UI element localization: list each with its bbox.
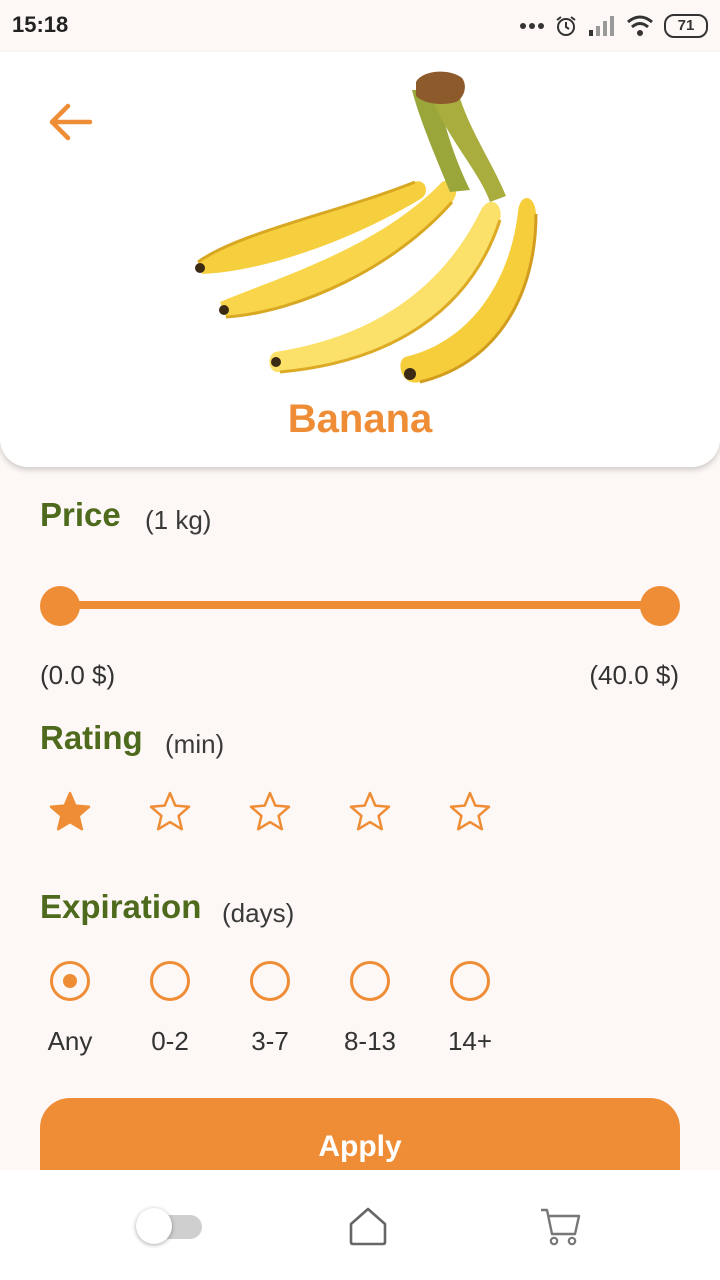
battery-icon: 71 bbox=[664, 14, 708, 38]
price-max-label: (40.0 $) bbox=[589, 660, 679, 690]
star-3-icon[interactable] bbox=[248, 790, 292, 834]
expiration-option-14-plus[interactable]: 14+ bbox=[430, 958, 510, 1068]
alarm-icon bbox=[554, 14, 578, 38]
radio-unselected-icon bbox=[450, 961, 490, 1001]
rating-unit: (min) bbox=[165, 729, 225, 759]
star-1-icon[interactable] bbox=[48, 790, 92, 834]
radio-unselected-icon bbox=[350, 961, 390, 1001]
radio-unselected-icon bbox=[250, 961, 290, 1001]
signal-icon bbox=[588, 15, 616, 37]
wifi-icon bbox=[626, 15, 654, 37]
home-icon[interactable] bbox=[346, 1204, 390, 1248]
radio-label: Any bbox=[47, 1026, 93, 1056]
back-button[interactable] bbox=[44, 100, 98, 144]
expiration-option-8-13[interactable]: 8-13 bbox=[330, 958, 410, 1068]
radio-label: 3-7 bbox=[251, 1026, 289, 1056]
status-icons: 71 bbox=[520, 10, 708, 42]
radio-dot bbox=[63, 974, 77, 988]
radio-label: 8-13 bbox=[343, 1026, 397, 1056]
status-bar: 15:18 71 bbox=[0, 0, 720, 52]
star-4-icon[interactable] bbox=[348, 790, 392, 834]
radio-unselected-icon bbox=[150, 961, 190, 1001]
price-unit: (1 kg) bbox=[145, 505, 212, 535]
radio-label: 14+ bbox=[447, 1026, 493, 1056]
price-slider-min-thumb[interactable] bbox=[40, 586, 80, 626]
price-min-label: (0.0 $) bbox=[40, 660, 116, 690]
price-title: Price bbox=[40, 496, 121, 533]
toggle-switch[interactable] bbox=[136, 1208, 204, 1244]
expiration-unit: (days) bbox=[222, 898, 295, 928]
toggle-knob bbox=[136, 1208, 172, 1244]
expiration-option-3-7[interactable]: 3-7 bbox=[230, 958, 310, 1068]
bottom-nav bbox=[0, 1170, 720, 1280]
expiration-option-any[interactable]: Any bbox=[30, 958, 110, 1068]
radio-selected-icon bbox=[50, 961, 90, 1001]
cart-icon[interactable] bbox=[538, 1204, 582, 1248]
product-header-card: Banana bbox=[0, 52, 720, 467]
apply-button-label: Apply bbox=[318, 1130, 402, 1163]
star-2-icon[interactable] bbox=[148, 790, 192, 834]
rating-title: Rating bbox=[40, 719, 143, 756]
radio-label: 0-2 bbox=[151, 1026, 189, 1056]
price-slider-track[interactable] bbox=[60, 601, 660, 609]
banana-image bbox=[195, 71, 538, 384]
status-time: 15:18 bbox=[12, 12, 69, 37]
price-slider-max-thumb[interactable] bbox=[640, 586, 680, 626]
product-title: Banana bbox=[287, 397, 433, 441]
more-dots-icon bbox=[520, 21, 544, 31]
star-5-icon[interactable] bbox=[448, 790, 492, 834]
expiration-title: Expiration bbox=[40, 888, 202, 925]
arrow-left-icon bbox=[49, 103, 93, 141]
expiration-option-0-2[interactable]: 0-2 bbox=[130, 958, 210, 1068]
